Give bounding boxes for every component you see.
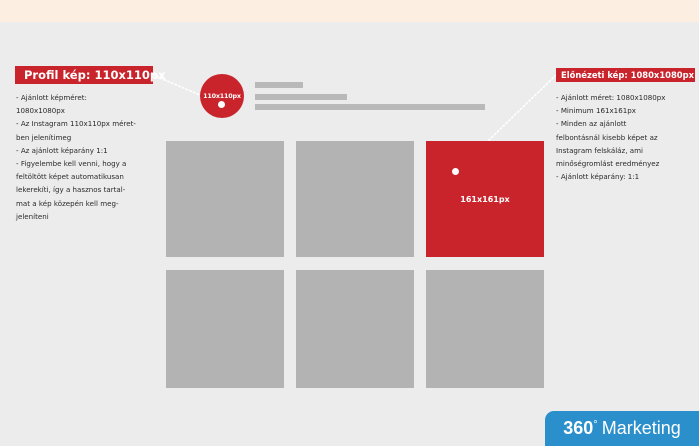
profile-note-line: ben jelenítimeg <box>16 132 72 142</box>
profile-note-line: - Figyelembe kell venni, hogy a <box>16 159 127 169</box>
preview-notes: - Ajánlott méret: 1080x1080px - Minimum … <box>556 91 694 183</box>
profile-note-line: - Az ajánlott képarány 1:1 <box>16 145 108 155</box>
grid-post-tile <box>296 270 414 388</box>
preview-anchor-dot <box>452 168 459 175</box>
grid-post-tile <box>166 141 284 257</box>
profile-size-label: Profil kép: 110x110px <box>15 66 166 84</box>
preview-note-line: minőségromlást eredményez <box>556 159 660 169</box>
profile-note-line: mat a kép közepén kell meg- <box>16 198 119 208</box>
profile-note-line: jeleníteni <box>16 211 49 221</box>
preview-note-line: - Ajánlott méret: 1080x1080px <box>556 93 666 102</box>
bio-placeholder-bar <box>255 104 485 110</box>
brand-degree: ° <box>593 418 598 431</box>
preview-tile-size-text: 161x161px <box>460 194 510 204</box>
profile-note-line: - Az Instagram 110x110px méret- <box>16 119 136 129</box>
profile-note-line: feltöltött képet automatikusan <box>16 172 124 182</box>
brand-number: 360 <box>563 418 594 438</box>
preview-note-line: - Minden az ajánlott <box>556 119 627 129</box>
grid-post-tile <box>426 270 544 388</box>
profile-circle-size-text: 110x110px <box>203 92 241 100</box>
profile-note-line: lekerekíti, így a hasznos tartal- <box>16 185 126 195</box>
profile-anchor-dot <box>218 101 225 108</box>
profile-notes: - Ajánlott képméret: 1080x1080px - Az In… <box>16 91 158 223</box>
profile-note-line: - Ajánlott képméret: <box>16 93 87 102</box>
preview-highlight-tile: 161x161px <box>426 141 544 257</box>
preview-note-line: - Minimum 161x161px <box>556 106 636 116</box>
profile-picture-mockup: 110x110px <box>200 74 244 118</box>
preview-note-line: - Ajánlott képarány: 1:1 <box>556 172 640 182</box>
preview-note-line: Instagram felskáláz, ami <box>556 145 643 155</box>
preview-note-line: felbontásnál kisebb képet az <box>556 132 658 142</box>
username-placeholder-bar <box>255 82 303 88</box>
profile-note-line: 1080x1080px <box>16 106 66 116</box>
grid-post-tile <box>296 141 414 257</box>
stats-placeholder-bar <box>255 94 347 100</box>
preview-size-label: Előnézeti kép: 1080x1080px <box>556 68 695 82</box>
brand-name: Marketing <box>601 418 681 438</box>
brand-logo: 360 ° Marketing <box>545 411 699 446</box>
grid-post-tile <box>166 270 284 388</box>
